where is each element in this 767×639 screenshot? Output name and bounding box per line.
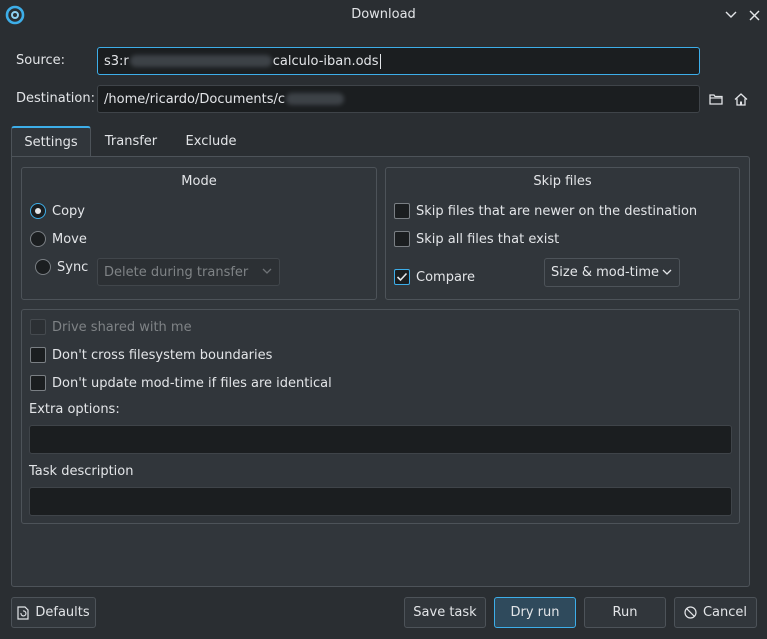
destination-label: Destination: <box>16 91 95 106</box>
skip-existing-checkbox[interactable] <box>394 231 410 247</box>
defaults-button-label: Defaults <box>35 605 90 620</box>
home-folder-button[interactable] <box>729 87 753 111</box>
chevron-down-icon <box>725 11 737 18</box>
sync-mode-select-value: Delete during transfer <box>104 264 249 280</box>
minimize-button[interactable] <box>721 5 741 25</box>
no-cross-fs-label: Don't cross filesystem boundaries <box>52 348 273 363</box>
cancel-button[interactable]: Cancel <box>674 597 757 628</box>
redacted-text <box>129 55 272 67</box>
drive-shared-label: Drive shared with me <box>52 320 192 335</box>
mode-group-title: Mode <box>181 174 217 189</box>
chevron-down-icon <box>662 269 672 275</box>
task-description-input[interactable] <box>29 487 732 516</box>
tab-settings[interactable]: Settings <box>11 126 91 156</box>
folder-icon <box>709 94 723 105</box>
skip-newer-label: Skip files that are newer on the destina… <box>416 204 698 219</box>
skip-files-group-title: Skip files <box>533 174 592 189</box>
compare-method-select[interactable]: Size & mod-time <box>544 258 680 287</box>
cancel-button-label: Cancel <box>702 605 748 620</box>
tab-exclude[interactable]: Exclude <box>172 126 250 156</box>
window-title: Download <box>351 7 416 22</box>
task-description-label: Task description <box>29 464 134 479</box>
close-icon <box>749 10 759 20</box>
sync-radio[interactable] <box>35 259 51 275</box>
source-value-suffix: calculo-iban.ods <box>272 53 379 69</box>
no-update-modtime-checkbox[interactable] <box>30 375 46 391</box>
copy-radio-label: Copy <box>52 204 85 219</box>
no-update-modtime-label: Don't update mod-time if files are ident… <box>52 376 332 391</box>
compare-label: Compare <box>416 270 475 285</box>
redacted-text <box>286 93 345 105</box>
source-input[interactable]: s3:r calculo-iban.ods <box>97 47 700 75</box>
destination-value-prefix: /home/ricardo/Documents/c <box>104 91 286 107</box>
skip-existing-label: Skip all files that exist <box>416 232 560 247</box>
chevron-down-icon <box>262 268 272 274</box>
compare-checkbox[interactable] <box>394 269 410 285</box>
sync-mode-select: Delete during transfer <box>97 258 280 286</box>
checkmark-icon <box>396 272 408 282</box>
defaults-button[interactable]: Defaults <box>11 597 96 628</box>
copy-radio[interactable] <box>30 203 46 219</box>
source-label: Source: <box>16 53 66 68</box>
save-task-button[interactable]: Save task <box>404 597 486 628</box>
destination-input[interactable]: /home/ricardo/Documents/c <box>97 85 700 113</box>
close-window-button[interactable] <box>744 5 764 25</box>
run-button[interactable]: Run <box>584 597 666 628</box>
skip-newer-checkbox[interactable] <box>394 203 410 219</box>
no-cross-fs-checkbox[interactable] <box>30 347 46 363</box>
move-radio[interactable] <box>30 231 46 247</box>
cancel-icon <box>684 606 697 619</box>
compare-method-value: Size & mod-time <box>551 265 660 280</box>
extra-options-label: Extra options: <box>29 402 120 417</box>
extra-options-input[interactable] <box>29 425 732 454</box>
browse-folder-button[interactable] <box>704 87 728 111</box>
home-icon <box>734 92 748 106</box>
dry-run-button[interactable]: Dry run <box>494 597 576 628</box>
text-cursor <box>379 53 381 69</box>
tab-transfer[interactable]: Transfer <box>92 126 170 156</box>
sync-radio-label: Sync <box>57 260 89 275</box>
move-radio-label: Move <box>52 232 87 247</box>
source-value-prefix: s3:r <box>104 53 129 69</box>
document-reset-icon <box>17 605 29 620</box>
drive-shared-checkbox <box>30 319 46 335</box>
